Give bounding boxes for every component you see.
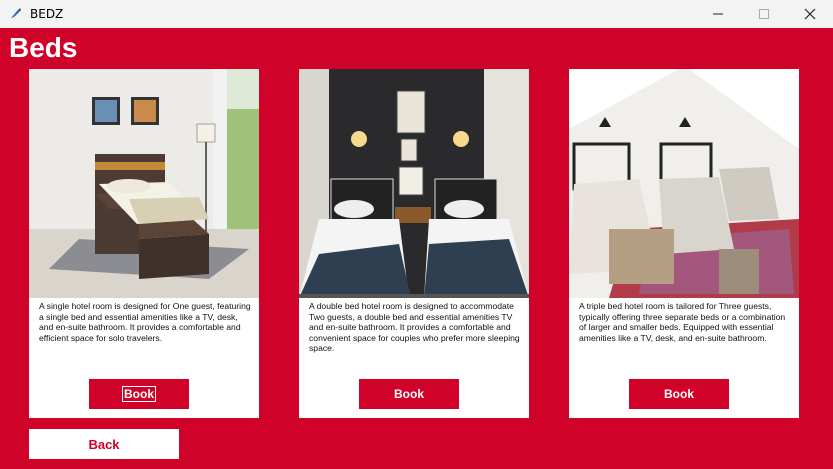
window-title: BEDZ: [30, 7, 64, 21]
main-area: Beds A single hotel room is designed for…: [0, 28, 833, 469]
close-icon: [804, 8, 816, 20]
room-card-single: A single hotel room is designed for One …: [29, 69, 259, 418]
maximize-button[interactable]: [741, 0, 787, 28]
room-card-triple: A triple bed hotel room is tailored for …: [569, 69, 799, 418]
single-room-photo: [29, 69, 259, 298]
title-bar: BEDZ: [0, 0, 833, 28]
close-button[interactable]: [787, 0, 833, 28]
app-feather-icon: [11, 8, 21, 18]
room-description: A single hotel room is designed for One …: [39, 301, 251, 343]
room-description: A double bed hotel room is designed to a…: [309, 301, 520, 354]
book-button-triple[interactable]: Book: [629, 379, 729, 409]
back-button[interactable]: Back: [29, 429, 179, 459]
triple-room-photo: [569, 69, 799, 298]
double-room-photo: [299, 69, 529, 298]
minimize-icon: [713, 13, 723, 15]
maximize-icon: [759, 9, 769, 19]
minimize-button[interactable]: [695, 0, 741, 28]
book-label: Book: [394, 387, 424, 401]
room-card-double: A double bed hotel room is designed to a…: [299, 69, 529, 418]
book-label: Book: [122, 386, 156, 402]
page-title: Beds: [9, 32, 78, 63]
room-description: A triple bed hotel room is tailored for …: [579, 301, 786, 343]
book-label: Book: [664, 387, 694, 401]
book-button-single[interactable]: Book: [89, 379, 189, 409]
book-button-double[interactable]: Book: [359, 379, 459, 409]
